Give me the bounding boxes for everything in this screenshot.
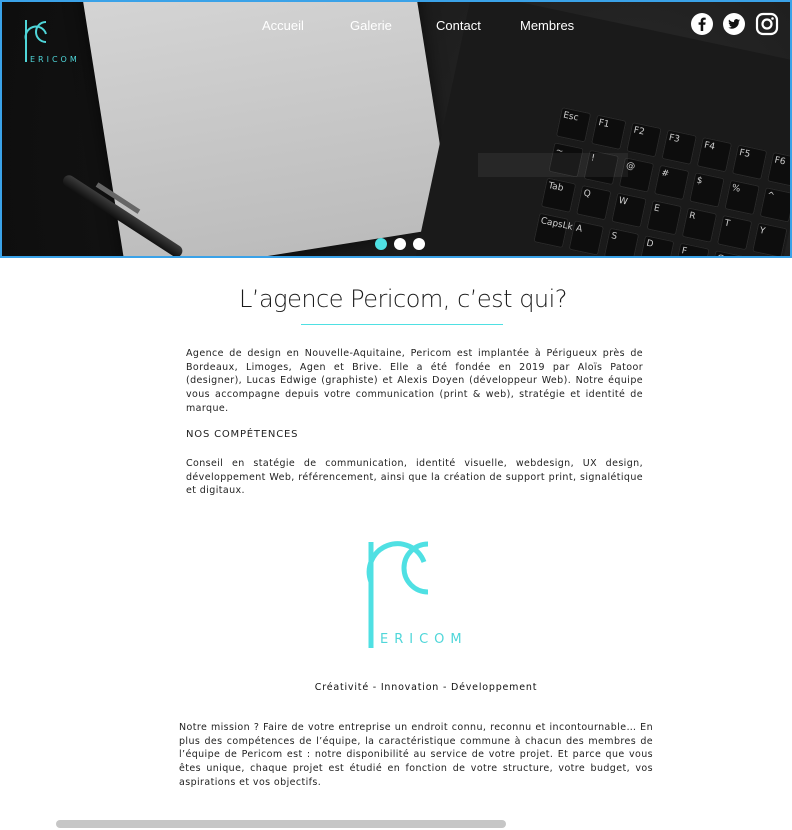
skills-paragraph: Conseil en statégie de communication, id… [186,458,643,497]
carousel-dot-2[interactable] [394,238,406,250]
logo-text-large: ERICOM [380,632,468,647]
horizontal-scrollbar[interactable] [56,820,506,828]
twitter-icon[interactable] [722,12,746,36]
keyboard-key: A [568,220,605,256]
keyboard-key: $ [689,172,725,208]
skills-heading: NOS COMPÉTENCES [186,429,299,440]
tagline: Créativité - Innovation - Développement [314,682,538,693]
nav-contact[interactable]: Contact [436,18,481,33]
title-underline [301,324,503,325]
carousel-dot-1[interactable] [375,238,387,250]
keyboard-key: Esc [555,107,592,143]
keyboard-key: F1 [590,114,627,151]
keyboard-key: E [646,199,683,236]
keyboard-key: ^ [759,187,790,223]
nav-membres[interactable]: Membres [520,18,574,33]
intro-paragraph: Agence de design en Nouvelle-Aquitaine, … [186,348,643,414]
keyboard-key: F3 [661,129,697,166]
keyboard-key: Y [752,222,788,256]
facebook-icon[interactable] [690,12,714,36]
logo-text-small: ERICOM [30,55,80,64]
keyboard-key: # [653,164,690,201]
main-nav: Accueil Galerie Contact Membres [0,18,792,38]
carousel-indicators [375,238,425,250]
keyboard-key: S [603,227,640,256]
keyboard-key: G [709,250,745,256]
keyboard-key: T [716,214,753,251]
keyboard-key: F [674,242,710,256]
mission-paragraph: Notre mission ? Faire de votre entrepris… [179,722,653,788]
keyboard-key: Tab [540,177,577,214]
keyboard-key: Q [576,184,612,221]
ghost-button [478,153,628,177]
keyboard-key: F2 [626,121,662,158]
keyboard-key: CapsLk [533,212,574,249]
keyboard-key: F4 [696,136,733,173]
nav-accueil[interactable]: Accueil [262,18,304,33]
hero-banner: Esc F1 F2 F3 F4 F5 F6 ~! @ # $% ^ Tab Q W E R T Y CapsLk A S D… [0,0,792,258]
keyboard-key: W [611,192,647,228]
keyboard-key: R [681,207,718,243]
keyboard-key: F5 [731,144,768,181]
keyboard-key: D [638,235,675,256]
keyboard-key: F6 [767,151,790,188]
keyboard-key: % [724,179,760,216]
page-title: L’agence Pericom, c’est qui? [238,285,568,313]
nav-galerie[interactable]: Galerie [350,18,392,33]
carousel-dot-3[interactable] [413,238,425,250]
instagram-icon[interactable] [755,12,779,36]
